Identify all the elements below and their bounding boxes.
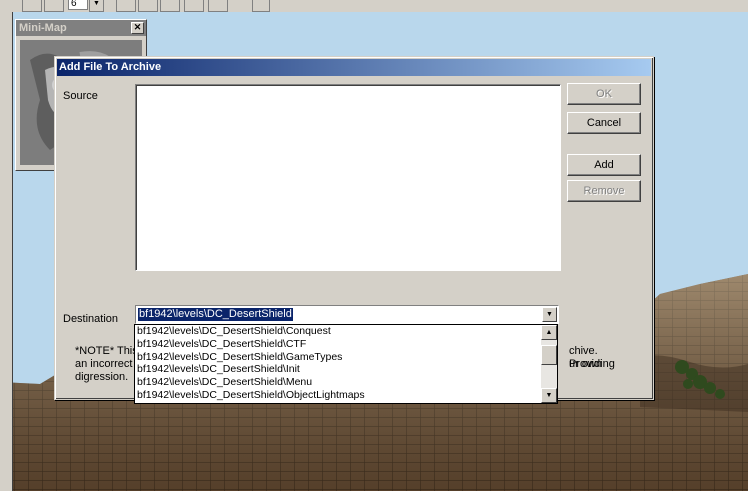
terrain-smooth-icon[interactable] <box>160 0 180 12</box>
dropdown-item[interactable]: bf1942\levels\DC_DesertShield\CTF <box>135 338 542 351</box>
destination-label: Destination <box>63 313 119 325</box>
ok-button[interactable]: OK <box>567 83 641 105</box>
dropdown-item[interactable]: bf1942\levels\DC_DesertShield\Conquest <box>135 325 542 338</box>
dropdown-item[interactable]: bf1942\levels\DC_DesertShield\GameTypes <box>135 351 542 364</box>
remove-button[interactable]: Remove <box>567 180 641 202</box>
terrain-tool-icon[interactable] <box>44 0 64 12</box>
destination-dropdown-list[interactable]: bf1942\levels\DC_DesertShield\Conquest b… <box>134 324 558 404</box>
terrain-raise-icon[interactable] <box>116 0 136 12</box>
dialog-titlebar[interactable]: Add File To Archive <box>57 59 651 76</box>
cancel-button[interactable]: Cancel <box>567 112 641 134</box>
dropdown-item[interactable]: bf1942\levels\DC_DesertShield\Init <box>135 363 542 376</box>
dropdown-scrollbar[interactable]: ▲ ▼ <box>541 325 557 403</box>
dropdown-item[interactable]: bf1942\levels\DC_DesertShield\ObjectLigh… <box>135 389 542 402</box>
destination-combobox[interactable]: bf1942\levels\DC_DesertShield ▼ <box>135 305 559 324</box>
note-line-2-right: ur own <box>569 358 603 370</box>
paint-tool-icon[interactable] <box>208 0 228 12</box>
scroll-thumb[interactable] <box>541 345 557 365</box>
minimap-title-text: Mini-Map <box>19 22 67 34</box>
tool-size-input[interactable]: 6 <box>68 0 88 10</box>
source-list[interactable] <box>135 84 561 271</box>
dialog-title: Add File To Archive <box>59 61 162 73</box>
scroll-down-icon[interactable]: ▼ <box>541 388 557 403</box>
terrain-lower-icon[interactable] <box>138 0 158 12</box>
scroll-up-icon[interactable]: ▲ <box>541 325 557 340</box>
source-label: Source <box>63 90 98 102</box>
terrain-flatten-icon[interactable] <box>184 0 204 12</box>
minimap-close-icon[interactable]: ✕ <box>131 22 144 34</box>
minimap-title: Mini-Map ✕ <box>16 20 146 36</box>
slider-handle-icon[interactable] <box>252 0 270 12</box>
chevron-down-icon[interactable]: ▼ <box>542 307 557 322</box>
dropdown-item[interactable]: bf1942\levels\DC_DesertShield\Menu <box>135 376 542 389</box>
destination-value[interactable]: bf1942\levels\DC_DesertShield <box>138 308 293 321</box>
tool-size-dropdown-arrow-icon[interactable]: ▼ <box>89 0 104 12</box>
add-button[interactable]: Add <box>567 154 641 176</box>
pencil-tool-icon[interactable] <box>22 0 42 12</box>
